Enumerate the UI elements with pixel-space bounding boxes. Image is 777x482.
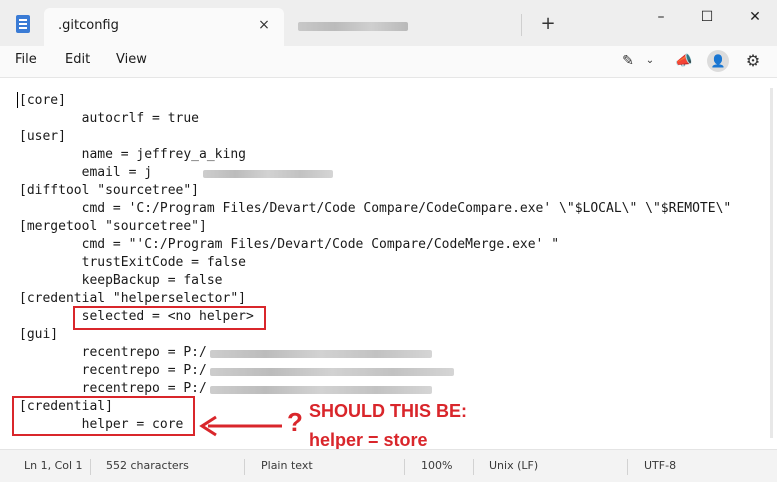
code-line-2: autocrlf = true xyxy=(19,111,200,126)
maximize-button[interactable]: ☐ xyxy=(692,4,722,30)
menu-view[interactable]: View xyxy=(116,52,147,67)
tab-other[interactable] xyxy=(290,8,522,42)
status-characters: 552 characters xyxy=(106,459,189,472)
status-divider xyxy=(627,459,628,475)
notepad-icon xyxy=(16,15,30,33)
code-line-7: cmd = 'C:/Program Files/Devart/Code Comp… xyxy=(19,201,732,216)
menu-bar: File Edit View ✎ ⌄ 📣 👤 ⚙ xyxy=(0,46,777,78)
megaphone-icon[interactable]: 📣 xyxy=(672,50,696,72)
status-position[interactable]: Ln 1, Col 1 xyxy=(24,459,83,472)
tab-title: .gitconfig xyxy=(58,18,119,33)
tab-divider xyxy=(521,14,522,36)
code-line-5: email = j xyxy=(19,165,153,180)
annotation-line-2: helper = store xyxy=(309,430,428,450)
status-divider xyxy=(473,459,474,475)
menu-file[interactable]: File xyxy=(15,52,37,67)
code-line-11: keepBackup = false xyxy=(19,273,223,288)
annotation-question-mark: ? xyxy=(287,407,303,437)
text-caret xyxy=(17,92,18,108)
new-tab-button[interactable]: + xyxy=(538,14,558,34)
highlight-selected-helper xyxy=(73,306,266,330)
code-line-14: [gui] xyxy=(19,327,59,342)
status-line-ending[interactable]: Unix (LF) xyxy=(489,459,538,472)
redacted-email xyxy=(203,170,333,178)
code-line-3: [user] xyxy=(19,129,66,144)
status-bar: Ln 1, Col 1 552 characters Plain text 10… xyxy=(0,449,777,482)
code-line-4: name = jeffrey_a_king xyxy=(19,147,246,162)
status-divider xyxy=(90,459,91,475)
close-button[interactable]: ✕ xyxy=(740,4,770,30)
title-bar: .gitconfig × + – ☐ ✕ xyxy=(0,0,777,46)
minimize-button[interactable]: – xyxy=(646,4,676,30)
status-encoding[interactable]: UTF-8 xyxy=(644,459,676,472)
code-line-15: recentrepo = P:/ xyxy=(19,345,207,360)
code-line-1: [core] xyxy=(19,93,66,108)
highlight-credential-helper xyxy=(12,396,195,436)
code-line-9: cmd = "'C:/Program Files/Devart/Code Com… xyxy=(19,237,560,252)
vertical-scrollbar[interactable] xyxy=(770,88,773,438)
annotation-line-1: SHOULD THIS BE: xyxy=(309,401,468,421)
code-line-6: [difftool "sourcetree"] xyxy=(19,183,200,198)
arrow-icon xyxy=(199,415,282,437)
copilot-icon[interactable]: ✎ xyxy=(616,50,640,72)
status-divider xyxy=(244,459,245,475)
account-icon[interactable]: 👤 xyxy=(707,50,729,72)
menu-edit[interactable]: Edit xyxy=(65,52,90,67)
code-line-8: [mergetool "sourcetree"] xyxy=(19,219,207,234)
tab-gitconfig[interactable]: .gitconfig × xyxy=(44,8,284,46)
code-line-16: recentrepo = P:/ xyxy=(19,363,207,378)
code-line-10: trustExitCode = false xyxy=(19,255,246,270)
status-format: Plain text xyxy=(261,459,313,472)
chevron-down-icon[interactable]: ⌄ xyxy=(638,50,662,72)
redacted-path-3 xyxy=(210,386,432,394)
status-divider xyxy=(404,459,405,475)
redacted-path-2 xyxy=(210,368,454,376)
tab-close-icon[interactable]: × xyxy=(256,17,272,33)
status-zoom[interactable]: 100% xyxy=(421,459,452,472)
redacted-path-1 xyxy=(210,350,432,358)
gear-icon[interactable]: ⚙ xyxy=(741,50,765,72)
redacted-tab-title xyxy=(298,22,408,31)
